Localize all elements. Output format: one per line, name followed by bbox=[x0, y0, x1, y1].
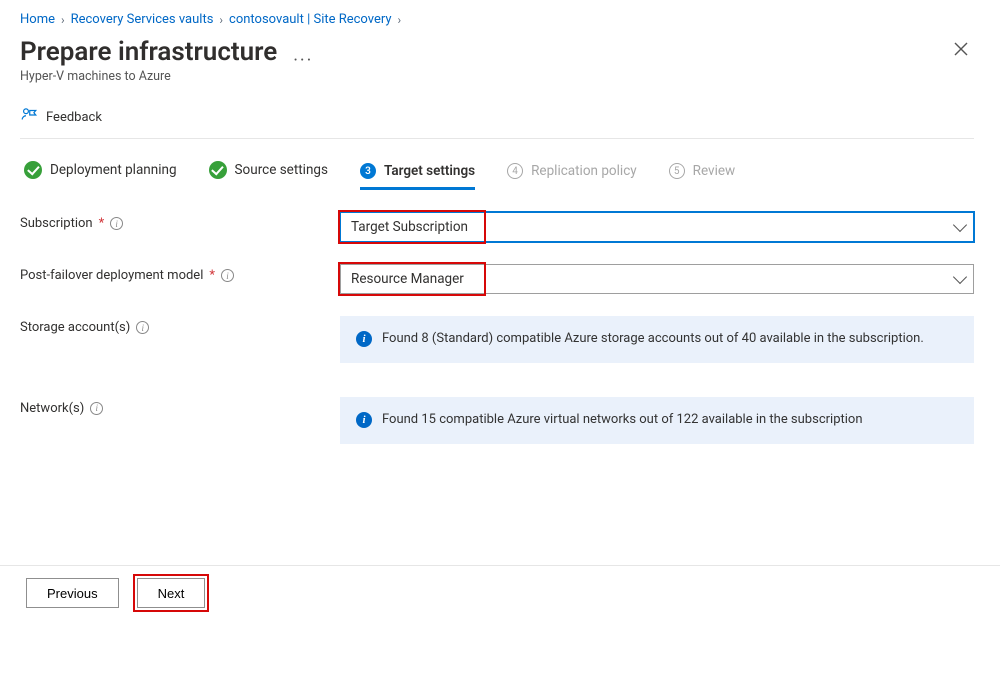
required-indicator: * bbox=[99, 216, 105, 231]
breadcrumb: Home › Recovery Services vaults › contos… bbox=[20, 10, 974, 37]
info-icon[interactable]: i bbox=[221, 269, 234, 282]
step-label: Target settings bbox=[384, 163, 475, 179]
breadcrumb-home[interactable]: Home bbox=[20, 12, 55, 27]
storage-info-text: Found 8 (Standard) compatible Azure stor… bbox=[382, 330, 924, 349]
deployment-model-select[interactable]: Resource Manager bbox=[340, 264, 974, 294]
wizard-footer: Previous Next bbox=[0, 565, 1000, 620]
step-label: Review bbox=[693, 163, 736, 179]
info-icon[interactable]: i bbox=[110, 217, 123, 230]
chevron-down-icon bbox=[953, 218, 967, 232]
info-filled-icon: i bbox=[356, 331, 372, 347]
networks-label: Network(s) bbox=[20, 401, 84, 416]
deployment-model-value: Resource Manager bbox=[351, 271, 464, 287]
check-icon bbox=[209, 161, 227, 179]
chevron-right-icon: › bbox=[398, 13, 402, 27]
breadcrumb-vaults[interactable]: Recovery Services vaults bbox=[71, 12, 214, 27]
step-label: Source settings bbox=[235, 162, 328, 178]
page-title: Prepare infrastructure bbox=[20, 37, 277, 67]
more-actions-button[interactable]: ··· bbox=[287, 50, 319, 71]
storage-label: Storage account(s) bbox=[20, 320, 130, 335]
networks-info-text: Found 15 compatible Azure virtual networ… bbox=[382, 411, 863, 430]
feedback-button[interactable]: Feedback bbox=[46, 110, 102, 125]
subscription-select[interactable]: Target Subscription bbox=[340, 212, 974, 242]
info-filled-icon: i bbox=[356, 412, 372, 428]
step-source-settings[interactable]: Source settings bbox=[209, 161, 328, 190]
step-label: Replication policy bbox=[531, 163, 637, 179]
page-subtitle: Hyper-V machines to Azure bbox=[20, 69, 277, 84]
feedback-icon bbox=[20, 106, 38, 128]
deployment-model-label: Post-failover deployment model bbox=[20, 268, 203, 283]
wizard-steps: Deployment planning Source settings 3 Ta… bbox=[20, 139, 974, 190]
step-number-icon: 4 bbox=[507, 163, 523, 179]
command-bar: Feedback bbox=[20, 92, 974, 139]
subscription-value: Target Subscription bbox=[351, 219, 468, 235]
breadcrumb-vaultname[interactable]: contosovault | Site Recovery bbox=[229, 12, 392, 27]
check-icon bbox=[24, 161, 42, 179]
required-indicator: * bbox=[209, 268, 215, 283]
step-label: Deployment planning bbox=[50, 162, 177, 178]
info-icon[interactable]: i bbox=[136, 321, 149, 334]
chevron-right-icon: › bbox=[61, 13, 65, 27]
step-review[interactable]: 5 Review bbox=[669, 163, 736, 190]
next-button[interactable]: Next bbox=[137, 578, 206, 608]
close-icon[interactable] bbox=[948, 37, 974, 64]
step-number-icon: 3 bbox=[360, 163, 376, 179]
step-replication-policy[interactable]: 4 Replication policy bbox=[507, 163, 637, 190]
step-number-icon: 5 bbox=[669, 163, 685, 179]
chevron-down-icon bbox=[953, 270, 967, 284]
info-icon[interactable]: i bbox=[90, 402, 103, 415]
step-deployment-planning[interactable]: Deployment planning bbox=[24, 161, 177, 190]
subscription-label: Subscription bbox=[20, 216, 93, 231]
networks-info-banner: i Found 15 compatible Azure virtual netw… bbox=[340, 397, 974, 444]
previous-button[interactable]: Previous bbox=[26, 578, 119, 608]
step-target-settings[interactable]: 3 Target settings bbox=[360, 163, 475, 190]
chevron-right-icon: › bbox=[219, 13, 223, 27]
storage-info-banner: i Found 8 (Standard) compatible Azure st… bbox=[340, 316, 974, 363]
